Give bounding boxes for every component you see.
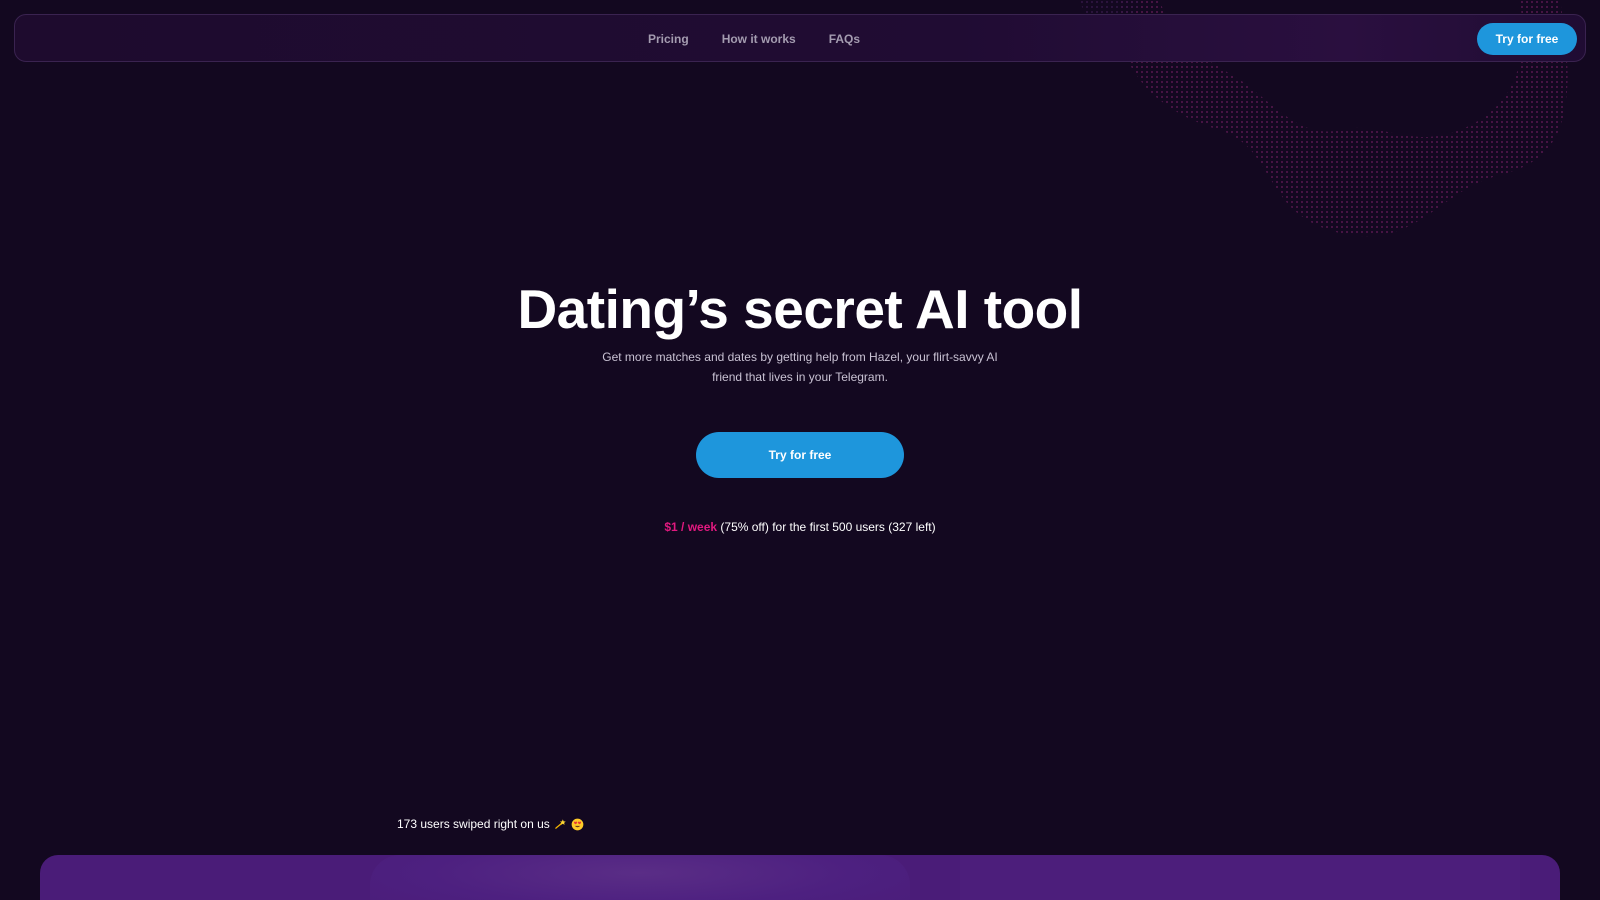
dizzy-star-icon (554, 818, 566, 829)
hero-subtitle-line-2: friend that lives in your Telegram. (712, 370, 888, 384)
preview-card-left (370, 855, 910, 900)
preview-card-right (960, 855, 1520, 900)
landing-page: Pricing How it works FAQs Try for free D… (0, 0, 1600, 900)
hero-subtitle: Get more matches and dates by getting he… (600, 347, 1000, 387)
social-proof: 173 users swiped right on us (397, 817, 584, 831)
nav-link-pricing[interactable]: Pricing (648, 32, 689, 46)
hero-subtitle-line-1: Get more matches and dates by getting he… (602, 350, 998, 364)
social-proof-text: 173 users swiped right on us (397, 817, 550, 831)
offer-line: $1 / week (75% off) for the first 500 us… (0, 520, 1600, 534)
heart-eyes-emoji-icon (571, 818, 584, 830)
offer-price: $1 / week (664, 520, 718, 534)
nav-links: Pricing How it works FAQs (648, 15, 860, 63)
hero-title: Dating’s secret AI tool (517, 278, 1083, 340)
top-navbar: Pricing How it works FAQs Try for free (14, 14, 1586, 62)
offer-details: (75% off) for the first 500 users (327 l… (717, 520, 936, 534)
nav-link-faqs[interactable]: FAQs (829, 32, 860, 46)
bottom-preview-panel (40, 855, 1560, 900)
nav-try-for-free-button[interactable]: Try for free (1477, 23, 1577, 55)
nav-link-how-it-works[interactable]: How it works (722, 32, 796, 46)
hero-try-for-free-button[interactable]: Try for free (696, 432, 904, 478)
